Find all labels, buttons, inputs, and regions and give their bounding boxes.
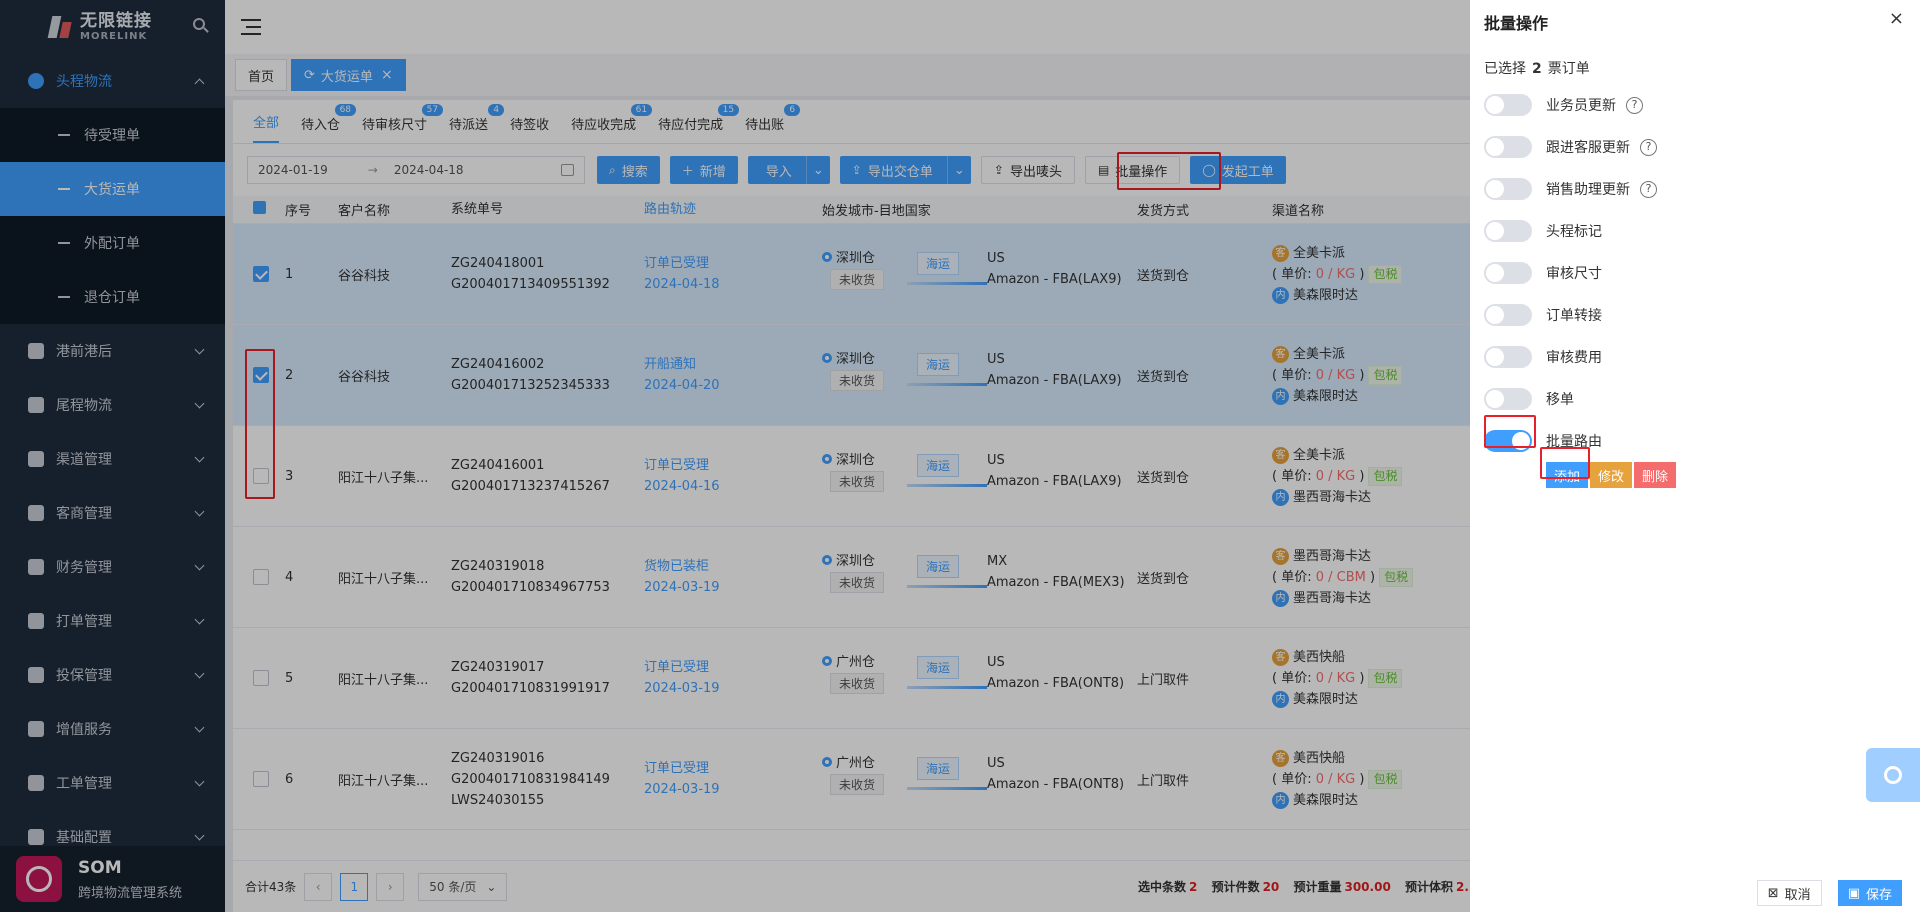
switch-label: 头程标记 bbox=[1546, 224, 1602, 240]
toggle-switch[interactable] bbox=[1484, 178, 1532, 200]
toggle-switch[interactable] bbox=[1484, 304, 1532, 326]
toggle-switch[interactable] bbox=[1484, 136, 1532, 158]
switch-row: 审核尺寸 bbox=[1484, 252, 1906, 294]
toggle-switch[interactable] bbox=[1484, 94, 1532, 116]
highlight-add-button bbox=[1540, 447, 1590, 479]
selected-orders-count: 2 bbox=[1532, 61, 1542, 77]
switch-row: 跟进客服更新? bbox=[1484, 126, 1906, 168]
toggle-switch[interactable] bbox=[1484, 262, 1532, 284]
toggle-switch[interactable] bbox=[1484, 220, 1532, 242]
switch-row: 业务员更新? bbox=[1484, 84, 1906, 126]
settings-gear-icon[interactable] bbox=[1866, 748, 1920, 802]
route-action-buttons: 添加 修改 删除 bbox=[1546, 462, 1906, 488]
help-icon[interactable]: ? bbox=[1626, 96, 1643, 114]
close-square-icon: ⊠ bbox=[1767, 885, 1779, 901]
cancel-button[interactable]: ⊠ 取消 bbox=[1756, 880, 1822, 906]
toggle-switch[interactable] bbox=[1484, 346, 1532, 368]
switch-label: 审核尺寸 bbox=[1546, 266, 1602, 282]
drawer-title: 批量操作 bbox=[1484, 14, 1549, 33]
switch-row: 头程标记 bbox=[1484, 210, 1906, 252]
switch-label: 跟进客服更新 bbox=[1546, 140, 1630, 156]
switch-row: 订单转接 bbox=[1484, 294, 1906, 336]
switch-label: 销售助理更新 bbox=[1546, 182, 1630, 198]
switch-row: 审核费用 bbox=[1484, 336, 1906, 378]
save-icon: ▣ bbox=[1847, 885, 1860, 901]
edit-route-button[interactable]: 修改 bbox=[1590, 462, 1633, 488]
highlight-route-toggle bbox=[1484, 415, 1536, 448]
drawer-mask[interactable] bbox=[0, 0, 1470, 912]
help-icon[interactable]: ? bbox=[1640, 180, 1657, 198]
save-button-label: 保存 bbox=[1865, 887, 1892, 903]
batch-operation-drawer: 批量操作 × 已选择 2 票订单 业务员更新? 跟进客服更新? 销售助理更新? 头程标记审… bbox=[1470, 0, 1920, 912]
delete-route-button[interactable]: 删除 bbox=[1634, 462, 1677, 488]
cancel-button-label: 取消 bbox=[1784, 887, 1811, 903]
toggle-switch[interactable] bbox=[1484, 388, 1532, 410]
switch-row: 销售助理更新? bbox=[1484, 168, 1906, 210]
help-icon[interactable]: ? bbox=[1640, 138, 1657, 156]
save-button[interactable]: ▣ 保存 bbox=[1837, 880, 1902, 906]
selected-suffix: 票订单 bbox=[1547, 61, 1590, 77]
close-icon[interactable]: × bbox=[1889, 8, 1904, 29]
switch-label: 移单 bbox=[1546, 392, 1574, 408]
switch-label: 审核费用 bbox=[1546, 350, 1602, 366]
selected-orders-summary: 已选择 2 票订单 bbox=[1484, 58, 1906, 78]
switch-label: 订单转接 bbox=[1546, 308, 1602, 324]
switch-row: 移单 bbox=[1484, 378, 1906, 420]
switch-label: 业务员更新 bbox=[1546, 98, 1616, 114]
selected-prefix: 已选择 bbox=[1484, 61, 1526, 77]
